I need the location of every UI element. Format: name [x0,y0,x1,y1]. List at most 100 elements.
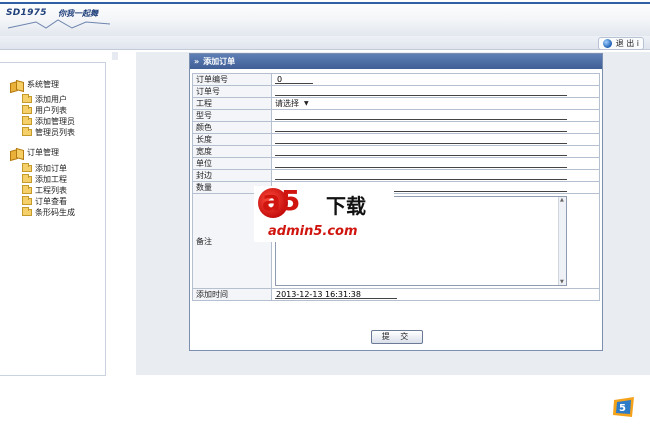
sidebar-item-add-order[interactable]: 添加订单 [22,163,67,174]
field-cell [271,288,600,301]
project-select[interactable]: 请选择 ▼ [275,99,309,109]
field-cell [271,157,600,170]
double-arrow-icon: » [194,57,200,66]
field-cell [271,73,600,86]
sidebar-item-add-project[interactable]: 添加工程 [22,174,67,185]
sidebar-item-label: 添加工程 [35,175,67,184]
chevron-down-icon: ▼ [304,100,309,107]
form-row: 封边 [192,169,600,182]
folder-icon [22,174,32,183]
color-input[interactable] [275,123,567,132]
folder-icon [22,196,32,205]
field-label: 工程 [192,97,272,110]
sidebar-item-label: 用户列表 [35,106,67,115]
unit-input[interactable] [275,159,567,168]
sidebar-item-user-list[interactable]: 用户列表 [22,105,67,116]
submit-button[interactable]: 提 交 [371,330,423,344]
sidebar-group-orders[interactable]: 订单管理 [10,147,59,158]
project-select-value: 请选择 [275,99,299,108]
sidebar-group-label: 订单管理 [27,148,59,157]
folder-icon [22,105,32,114]
sidebar-group-system[interactable]: 系统管理 [10,79,59,90]
sidebar-item-label: 添加用户 [35,95,67,104]
field-label: 封边 [192,169,272,182]
sidebar-item-barcode[interactable]: 条形码生成 [22,207,75,218]
panel-header: » 添加订单 [190,54,602,69]
sidebar-item-label: 工程列表 [35,186,67,195]
sidebar-item-label: 订单查看 [35,197,67,206]
form-row: 长度 [192,133,600,146]
header-accent-line [0,2,650,4]
sidebar-group-label: 系统管理 [27,80,59,89]
form-row: 宽度 [192,145,600,158]
field-label: 长度 [192,133,272,146]
folder-icon [22,207,32,216]
field-label: 型号 [192,109,272,122]
form-row: 订单编号 [192,73,600,86]
logout-button[interactable]: 退 出 i [597,37,644,50]
field-cell: 请选择 ▼ [271,97,600,110]
field-label: 订单号 [192,85,272,98]
field-label: 宽度 [192,145,272,158]
folder-icon [22,127,32,136]
sidebar-item-project-list[interactable]: 工程列表 [22,185,67,196]
site-logo: SD1975 你我一起舞 [6,6,114,30]
sidebar-item-admin-list[interactable]: 管理员列表 [22,127,75,138]
field-cell [271,145,600,158]
form-row: 工程 请选择 ▼ [192,97,600,110]
watermark-domain: admin5.com [268,224,358,239]
sidebar-item-label: 添加订单 [35,164,67,173]
sidebar: 系统管理 添加用户 用户列表 添加管理员 管理员列表 订单管理 添加订单 添加工… [0,62,106,376]
field-label: 添加时间 [192,288,272,301]
book-icon [10,80,24,90]
field-cell [271,133,600,146]
field-cell [271,85,600,98]
form-row: 单位 [192,157,600,170]
field-label: 颜色 [192,121,272,134]
sidebar-splitter[interactable] [112,52,118,60]
logo-swoosh-icon [7,19,111,29]
globe-icon [602,39,612,48]
sidebar-item-add-admin[interactable]: 添加管理员 [22,116,75,127]
folder-icon [22,185,32,194]
form-row: 型号 [192,109,600,122]
sidebar-item-view-orders[interactable]: 订单查看 [22,196,67,207]
folder-icon [22,163,32,172]
sidebar-item-label: 添加管理员 [35,117,75,126]
add-time-input[interactable] [275,290,397,300]
sidebar-item-label: 管理员列表 [35,128,75,137]
header-toolbar: 退 出 i [0,36,650,50]
textarea-scrollbar[interactable]: ▲ ▼ [558,197,566,285]
form-row: 订单号 [192,85,600,98]
form-row: 颜色 [192,121,600,134]
logout-label: 退 出 i [615,39,639,48]
watermark: a5 下载 admin5.com [254,184,394,242]
logo-wordmark: SD1975 [6,8,47,18]
sidebar-item-add-user[interactable]: 添加用户 [22,94,67,105]
order-no-input[interactable] [275,75,313,84]
order-number-input[interactable] [275,87,567,96]
sidebar-item-label: 条形码生成 [35,208,75,217]
field-cell [271,169,600,182]
watermark-big: a5 [262,184,301,217]
folder-icon [22,116,32,125]
field-cell [271,121,600,134]
scroll-down-icon[interactable]: ▼ [560,279,564,285]
model-input[interactable] [275,111,567,120]
panel-title: 添加订单 [203,57,236,66]
add-order-panel: » 添加订单 订单编号 订单号 工程 请选择 ▼ 型号 [189,53,603,351]
length-input[interactable] [275,135,567,144]
field-cell [271,109,600,122]
watermark-text: 下载 [326,194,366,218]
field-label: 订单编号 [192,73,272,86]
book-icon [10,148,24,158]
scroll-up-icon[interactable]: ▲ [560,197,564,203]
folder-icon [22,94,32,103]
field-label: 单位 [192,157,272,170]
brand-corner-icon: 5 [613,397,634,417]
edge-banding-input[interactable] [275,171,567,180]
width-input[interactable] [275,147,567,156]
form-row: 添加时间 [192,288,600,301]
top-header: SD1975 你我一起舞 [0,0,650,36]
svg-text:5: 5 [619,403,626,414]
